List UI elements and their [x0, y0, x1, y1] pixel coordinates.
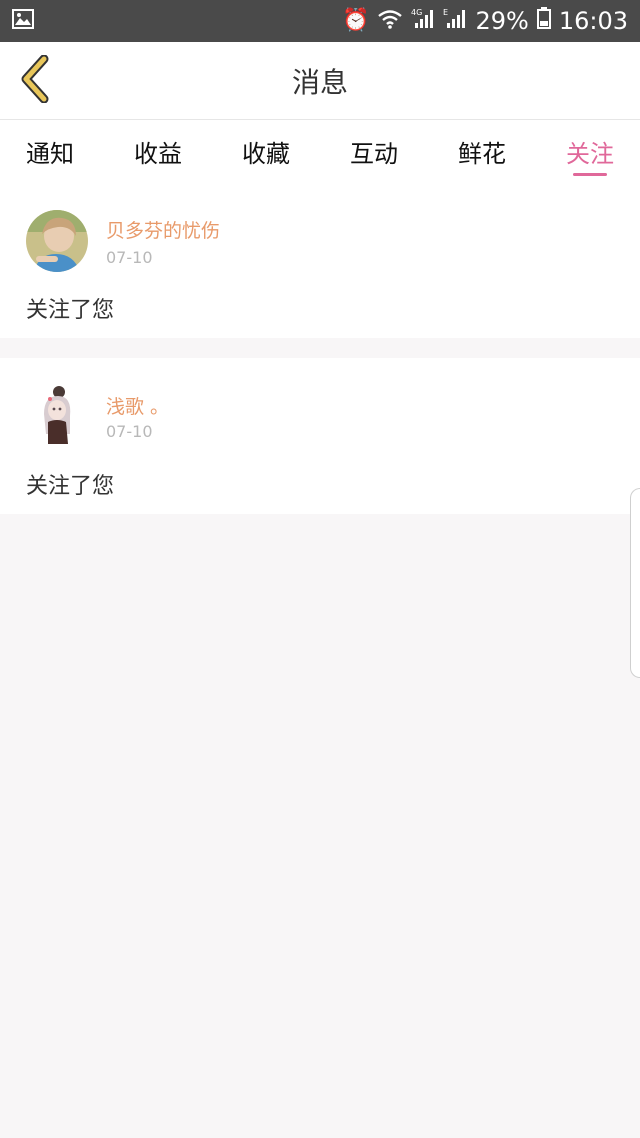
tab-interactions[interactable]: 互动: [324, 120, 424, 182]
clock: 16:03: [558, 7, 628, 35]
tab-label: 收益: [134, 139, 182, 168]
tab-label: 鲜花: [458, 139, 506, 168]
chevron-left-icon: [18, 54, 52, 107]
avatar[interactable]: [26, 384, 88, 446]
list-item[interactable]: 浅歌 。 07-10 关注了您: [0, 358, 640, 514]
back-button[interactable]: [10, 54, 60, 108]
tab-earnings[interactable]: 收益: [108, 120, 208, 182]
tab-label: 互动: [350, 139, 398, 168]
svg-text:4G: 4G: [411, 8, 422, 17]
active-tab-indicator: [573, 173, 607, 176]
username[interactable]: 贝多芬的忧伤: [106, 216, 220, 243]
tab-bar: 通知 收益 收藏 互动 鲜花 关注: [0, 120, 640, 182]
tab-follows[interactable]: 关注: [540, 120, 640, 182]
message-date: 07-10: [106, 248, 153, 267]
message-date: 07-10: [106, 422, 153, 441]
edge-panel-handle[interactable]: [630, 488, 640, 678]
svg-text:E: E: [443, 8, 448, 17]
avatar[interactable]: [26, 210, 88, 272]
list-item[interactable]: 贝多芬的忧伤 07-10 关注了您: [0, 182, 640, 338]
message-text: 关注了您: [26, 474, 115, 499]
status-bar: ⏰ 4G E 29% 16:03: [0, 0, 640, 42]
alarm-icon: ⏰: [342, 8, 370, 33]
tab-favorites[interactable]: 收藏: [216, 120, 316, 182]
page-title: 消息: [291, 66, 348, 99]
battery-icon: [536, 7, 551, 35]
wifi-icon: [377, 7, 403, 35]
tab-label: 通知: [26, 139, 74, 168]
status-right: ⏰ 4G E 29% 16:03: [342, 7, 628, 35]
tab-label: 收藏: [242, 139, 290, 168]
signal-4g-icon: 4G: [411, 7, 435, 35]
battery-percent: 29%: [475, 7, 529, 35]
tab-label: 关注: [566, 139, 614, 168]
username[interactable]: 浅歌 。: [106, 392, 169, 419]
header: 消息: [0, 42, 640, 120]
gallery-icon: [12, 9, 34, 33]
tab-flowers[interactable]: 鲜花: [432, 120, 532, 182]
signal-e-icon: E: [443, 7, 467, 35]
tab-notifications[interactable]: 通知: [0, 120, 100, 182]
message-text: 关注了您: [26, 298, 115, 323]
status-left: [12, 9, 34, 33]
